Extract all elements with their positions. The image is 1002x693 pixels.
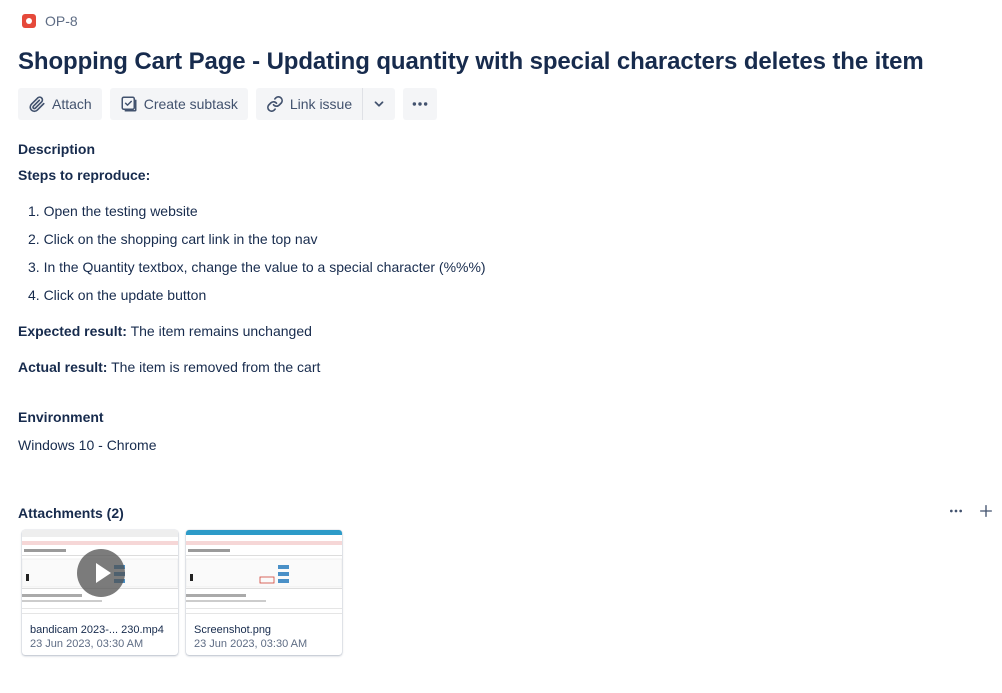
play-icon[interactable] [77, 549, 125, 597]
actual-result-value: The item is removed from the cart [111, 359, 321, 375]
create-subtask-button[interactable]: Create subtask [109, 88, 248, 120]
more-icon [412, 102, 428, 106]
actual-result: Actual result: The item is removed from … [18, 359, 320, 375]
issue-title[interactable]: Shopping Cart Page - Updating quantity w… [18, 48, 924, 76]
attachment-card-video[interactable]: bandicam 2023-... 230.mp4 23 Jun 2023, 0… [22, 530, 178, 655]
chevron-down-icon [374, 101, 384, 107]
step-item: 2. Click on the shopping cart link in th… [28, 231, 318, 247]
subtask-icon [121, 96, 137, 112]
step-item: 1. Open the testing website [28, 203, 198, 219]
actual-result-label: Actual result: [18, 359, 108, 375]
expected-result-label: Expected result: [18, 323, 127, 339]
description-label: Description [18, 141, 96, 157]
attachments-label: Attachments (2) [18, 505, 124, 521]
attachments-more-icon[interactable] [948, 503, 964, 524]
attachment-name: Screenshot.png [194, 624, 272, 636]
expected-result-value: The item remains unchanged [130, 323, 312, 339]
attachment-card-image[interactable]: Screenshot.png 23 Jun 2023, 03:30 AM [186, 530, 342, 655]
issue-key-row: OP-8 [22, 13, 78, 29]
link-issue-group: Link issue [255, 88, 396, 120]
paperclip-icon [29, 96, 45, 113]
link-icon [266, 96, 283, 112]
environment-value[interactable]: Windows 10 - Chrome [18, 437, 157, 453]
link-issue-label: Link issue [289, 96, 353, 112]
steps-heading: Steps to reproduce: [18, 167, 151, 183]
attachments-actions [948, 503, 994, 524]
issue-toolbar: Attach Create subtask Link issue [18, 88, 438, 120]
expected-result: Expected result: The item remains unchan… [18, 323, 312, 339]
issue-key[interactable]: OP-8 [45, 13, 78, 29]
attachment-thumbnail [186, 530, 342, 617]
step-item: 4. Click on the update button [28, 287, 207, 303]
attach-button[interactable]: Attach [18, 88, 102, 120]
link-issue-dropdown-button[interactable] [362, 88, 396, 120]
environment-label: Environment [18, 409, 104, 425]
bug-icon[interactable] [22, 14, 36, 28]
create-subtask-label: Create subtask [143, 96, 238, 112]
attachment-date: 23 Jun 2023, 03:30 AM [30, 638, 144, 650]
attachment-name: bandicam 2023-... 230.mp4 [30, 624, 164, 636]
attachment-thumbnail [22, 530, 178, 617]
more-actions-button[interactable] [403, 88, 438, 120]
link-issue-button[interactable]: Link issue [255, 88, 363, 120]
step-item: 3. In the Quantity textbox, change the v… [28, 259, 486, 275]
steps-list: 1. Open the testing website 2. Click on … [28, 203, 486, 315]
add-attachment-plus-icon[interactable] [978, 503, 994, 524]
attach-label: Attach [52, 96, 92, 112]
attachment-date: 23 Jun 2023, 03:30 AM [194, 638, 308, 650]
